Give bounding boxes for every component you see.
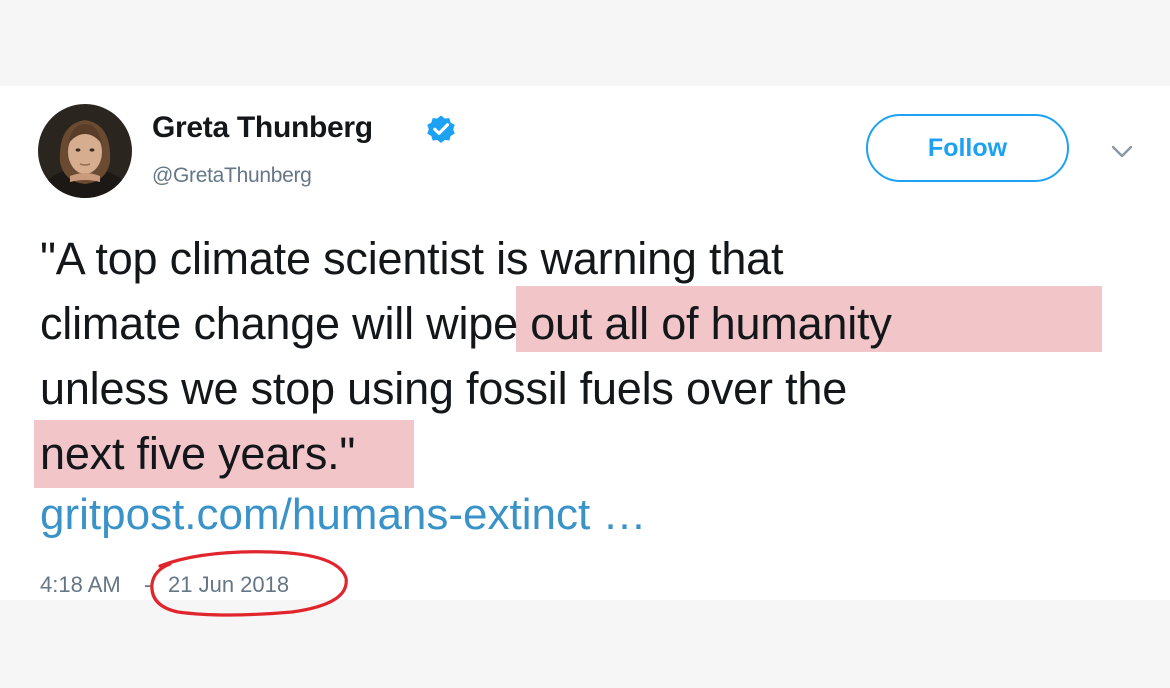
- chevron-down-icon[interactable]: [1110, 144, 1134, 160]
- display-name[interactable]: Greta Thunberg: [152, 111, 373, 145]
- avatar-portrait: [38, 104, 132, 198]
- red-circle-annotation: [150, 550, 348, 617]
- follow-button[interactable]: Follow: [866, 114, 1069, 182]
- tweet-time[interactable]: 4:18 AM: [40, 572, 121, 598]
- verified-badge-icon: [427, 115, 455, 144]
- tweet-link[interactable]: gritpost.com/humans-extinct …: [40, 488, 646, 542]
- tweet-text-line-4: next five years.": [40, 428, 356, 479]
- avatar[interactable]: [38, 104, 132, 198]
- tweet-text-line-2: climate change will wipe out all of huma…: [40, 298, 892, 349]
- user-handle[interactable]: @GretaThunberg: [152, 164, 312, 188]
- tweet-text-line-3: unless we stop using fossil fuels over t…: [40, 363, 848, 414]
- tweet-text-line-1: "A top climate scientist is warning that: [40, 233, 784, 284]
